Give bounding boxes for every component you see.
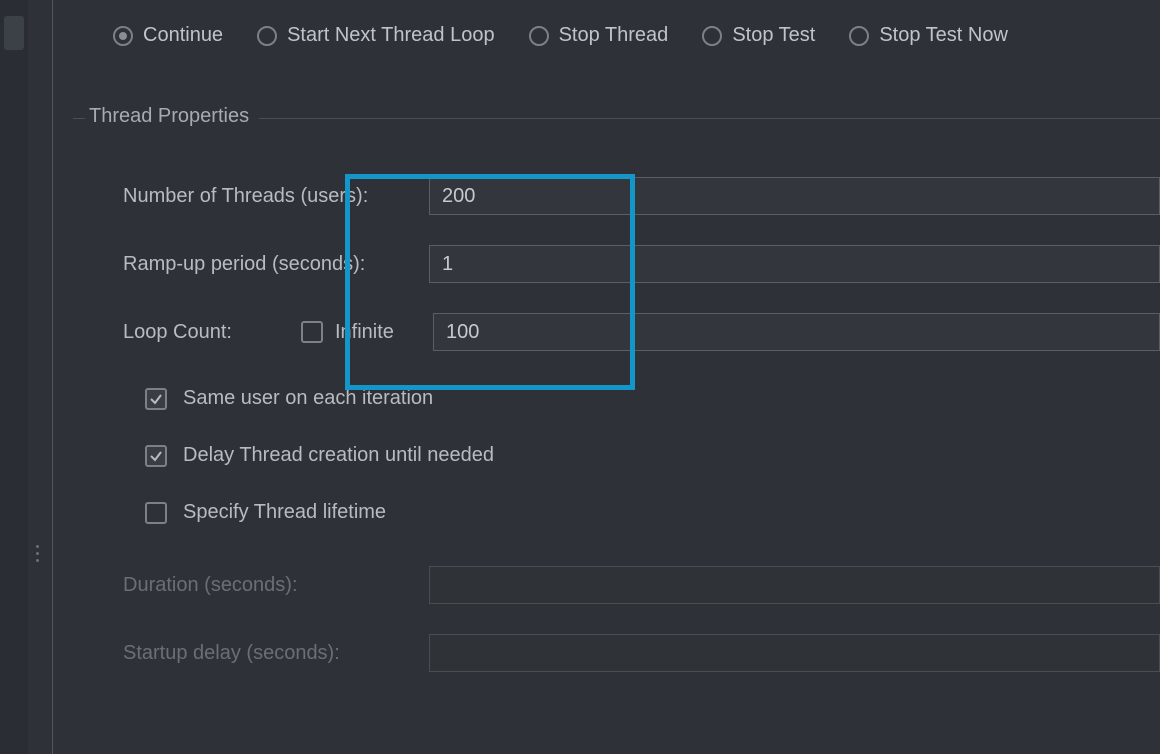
radio-label: Start Next Thread Loop bbox=[287, 24, 495, 47]
pane-drag-handle[interactable] bbox=[36, 545, 39, 562]
fieldset-legend: Thread Properties bbox=[85, 105, 259, 128]
radio-icon bbox=[702, 26, 722, 46]
radio-icon bbox=[257, 26, 277, 46]
row-duration: Duration (seconds): bbox=[123, 564, 1160, 606]
radio-start-next-loop[interactable]: Start Next Thread Loop bbox=[257, 24, 495, 47]
ramp-up-input[interactable] bbox=[429, 245, 1160, 283]
startup-delay-label: Startup delay (seconds): bbox=[123, 642, 429, 665]
duration-input bbox=[429, 566, 1160, 604]
radio-label: Stop Thread bbox=[559, 24, 669, 47]
same-user-label: Same user on each iteration bbox=[183, 387, 433, 410]
ramp-up-label: Ramp-up period (seconds): bbox=[123, 253, 429, 276]
duration-label: Duration (seconds): bbox=[123, 574, 429, 597]
same-user-checkbox[interactable] bbox=[145, 388, 167, 410]
startup-delay-input bbox=[429, 634, 1160, 672]
infinite-label: Infinite bbox=[335, 321, 394, 344]
row-ramp-up: Ramp-up period (seconds): bbox=[123, 243, 1160, 285]
loop-count-label: Loop Count: bbox=[123, 321, 243, 344]
row-startup-delay: Startup delay (seconds): bbox=[123, 632, 1160, 674]
radio-stop-test-now[interactable]: Stop Test Now bbox=[849, 24, 1008, 47]
delay-create-checkbox[interactable] bbox=[145, 445, 167, 467]
radio-label: Stop Test bbox=[732, 24, 815, 47]
thread-group-panel: Continue Start Next Thread Loop Stop Thr… bbox=[52, 0, 1160, 754]
row-num-threads: Number of Threads (users): bbox=[123, 175, 1160, 217]
radio-icon bbox=[849, 26, 869, 46]
radio-icon bbox=[113, 26, 133, 46]
on-error-action-row: Continue Start Next Thread Loop Stop Thr… bbox=[113, 24, 1160, 47]
collapsed-tab-stub[interactable] bbox=[4, 16, 24, 50]
radio-stop-thread[interactable]: Stop Thread bbox=[529, 24, 669, 47]
row-same-user: Same user on each iteration bbox=[145, 387, 1160, 410]
infinite-checkbox[interactable] bbox=[301, 321, 323, 343]
num-threads-input[interactable] bbox=[429, 177, 1160, 215]
loop-count-input[interactable] bbox=[433, 313, 1160, 351]
num-threads-label: Number of Threads (users): bbox=[123, 185, 429, 208]
thread-properties-fieldset: Thread Properties Number of Threads (use… bbox=[73, 118, 1160, 119]
specify-lifetime-checkbox[interactable] bbox=[145, 502, 167, 524]
radio-label: Continue bbox=[143, 24, 223, 47]
delay-create-label: Delay Thread creation until needed bbox=[183, 444, 494, 467]
specify-lifetime-label: Specify Thread lifetime bbox=[183, 501, 386, 524]
row-specify-lifetime: Specify Thread lifetime bbox=[145, 501, 1160, 524]
row-delay-create: Delay Thread creation until needed bbox=[145, 444, 1160, 467]
radio-stop-test[interactable]: Stop Test bbox=[702, 24, 815, 47]
row-loop-count: Loop Count: Infinite bbox=[123, 311, 1160, 353]
left-rail bbox=[0, 0, 28, 754]
radio-icon bbox=[529, 26, 549, 46]
radio-label: Stop Test Now bbox=[879, 24, 1008, 47]
radio-continue[interactable]: Continue bbox=[113, 24, 223, 47]
